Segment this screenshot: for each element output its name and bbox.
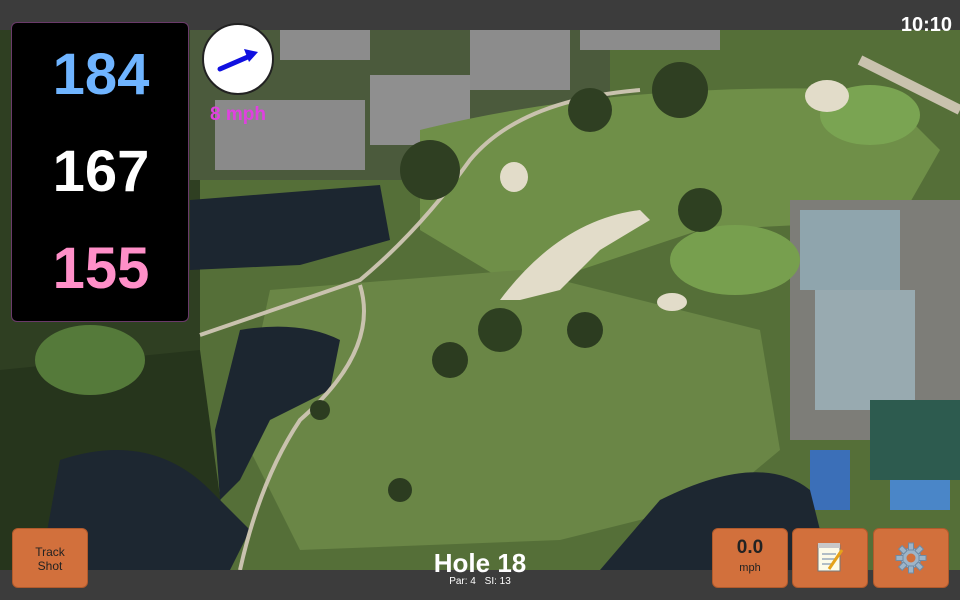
distance-back: 184 (52, 42, 150, 107)
wind-speed-label: 8 mph (210, 104, 266, 125)
wind-speed-button[interactable]: 0.0 mph (712, 528, 788, 588)
wind-direction-dial (202, 23, 274, 95)
hole-info: Par: 4 SI: 13 (380, 576, 580, 587)
wind-button-value: 0.0 (736, 537, 764, 558)
wind-direction-arrow-icon (217, 49, 258, 72)
hole-par: Par: 4 (449, 576, 476, 587)
distance-front: 155 (52, 236, 150, 301)
hole-title: Hole 18 (433, 548, 527, 578)
status-time: 10:10 (900, 14, 952, 36)
distance-panel: 184 167 155 (11, 22, 189, 322)
gear-icon (895, 542, 927, 574)
track-shot-label-line1: Track (35, 545, 65, 559)
notepad-icon (817, 543, 844, 572)
hole-stroke-index: SI: 13 (484, 576, 511, 587)
wind-button-unit: mph (739, 562, 761, 574)
settings-button[interactable] (873, 528, 949, 588)
notes-button[interactable] (792, 528, 868, 588)
track-shot-label-line2: Shot (37, 559, 63, 573)
track-shot-button[interactable]: Track Shot (12, 528, 88, 588)
distance-middle: 167 (52, 139, 150, 204)
